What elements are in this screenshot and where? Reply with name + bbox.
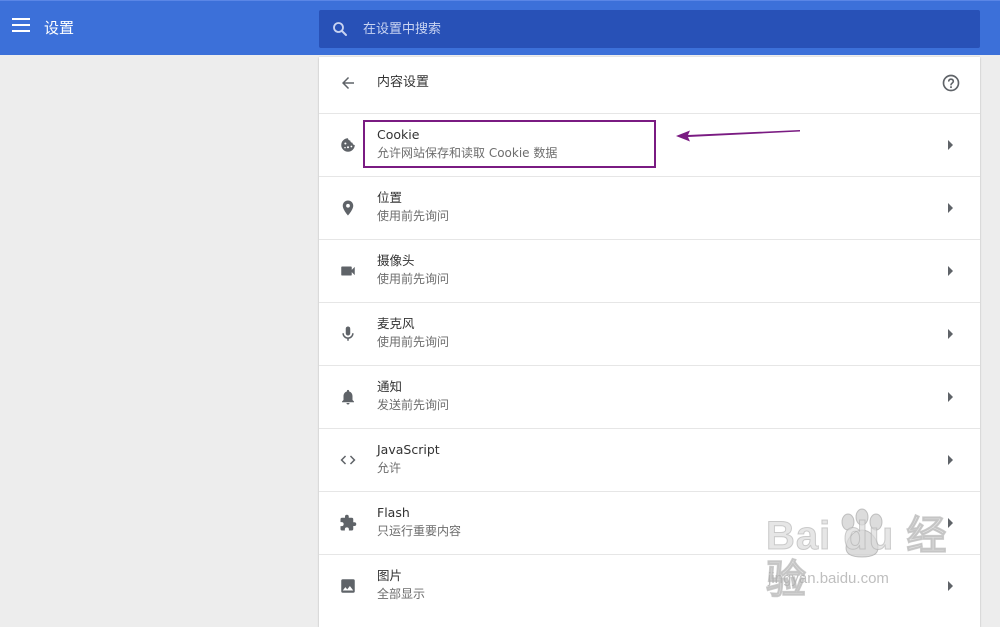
setting-row-cookie[interactable]: Cookie 允许网站保存和读取 Cookie 数据 xyxy=(319,113,980,176)
chevron-right-icon xyxy=(948,392,953,402)
chevron-right-icon xyxy=(948,266,953,276)
content-settings-card: 内容设置 Cookie 允许网站保存和读取 Cookie 数据 位置 使用前先询… xyxy=(319,57,980,627)
setting-title: JavaScript xyxy=(377,442,440,457)
setting-subtitle: 全部显示 xyxy=(377,587,426,601)
help-circle-icon[interactable] xyxy=(941,73,961,93)
setting-title: 摄像头 xyxy=(377,253,415,268)
chevron-right-icon xyxy=(948,581,953,591)
chevron-right-icon xyxy=(948,329,953,339)
location-pin-icon xyxy=(342,200,354,216)
code-icon xyxy=(340,455,356,465)
search-icon xyxy=(333,22,347,36)
setting-title: 通知 xyxy=(377,379,403,394)
setting-row-flash[interactable]: Flash 只运行重要内容 xyxy=(319,491,980,554)
setting-title: 位置 xyxy=(377,190,403,205)
image-icon xyxy=(341,579,355,593)
arrow-back-icon[interactable] xyxy=(339,74,357,92)
cookie-icon xyxy=(341,138,355,152)
search-input[interactable] xyxy=(363,10,963,48)
setting-row-camera[interactable]: 摄像头 使用前先询问 xyxy=(319,239,980,302)
setting-subtitle: 只运行重要内容 xyxy=(377,524,462,538)
top-app-bar: 设置 xyxy=(0,0,1000,55)
chevron-right-icon xyxy=(948,140,953,150)
videocam-icon xyxy=(341,266,355,276)
setting-row-notifications[interactable]: 通知 发送前先询问 xyxy=(319,365,980,428)
puzzle-icon xyxy=(340,514,357,531)
bell-icon xyxy=(342,389,354,405)
setting-subtitle: 使用前先询问 xyxy=(377,335,450,349)
chevron-right-icon xyxy=(948,455,953,465)
setting-subtitle: 允许网站保存和读取 Cookie 数据 xyxy=(377,146,558,160)
setting-subtitle: 发送前先询问 xyxy=(377,398,450,412)
setting-title: 图片 xyxy=(377,568,403,583)
page-title: 内容设置 xyxy=(377,75,430,90)
chevron-right-icon xyxy=(948,203,953,213)
chevron-right-icon xyxy=(948,518,953,528)
mic-icon xyxy=(342,326,354,341)
setting-title: 麦克风 xyxy=(377,316,415,331)
setting-row-javascript[interactable]: JavaScript 允许 xyxy=(319,428,980,491)
setting-title: Cookie xyxy=(377,127,420,142)
app-title: 设置 xyxy=(44,19,75,37)
setting-subtitle: 使用前先询问 xyxy=(377,209,450,223)
hamburger-menu-icon[interactable] xyxy=(12,18,30,32)
setting-title: Flash xyxy=(377,505,410,520)
setting-row-location[interactable]: 位置 使用前先询问 xyxy=(319,176,980,239)
setting-subtitle: 允许 xyxy=(377,461,402,475)
setting-row-images[interactable]: 图片 全部显示 xyxy=(319,554,980,617)
search-box[interactable] xyxy=(319,10,980,48)
card-header: 内容设置 xyxy=(319,57,980,109)
setting-subtitle: 使用前先询问 xyxy=(377,272,450,286)
setting-row-microphone[interactable]: 麦克风 使用前先询问 xyxy=(319,302,980,365)
